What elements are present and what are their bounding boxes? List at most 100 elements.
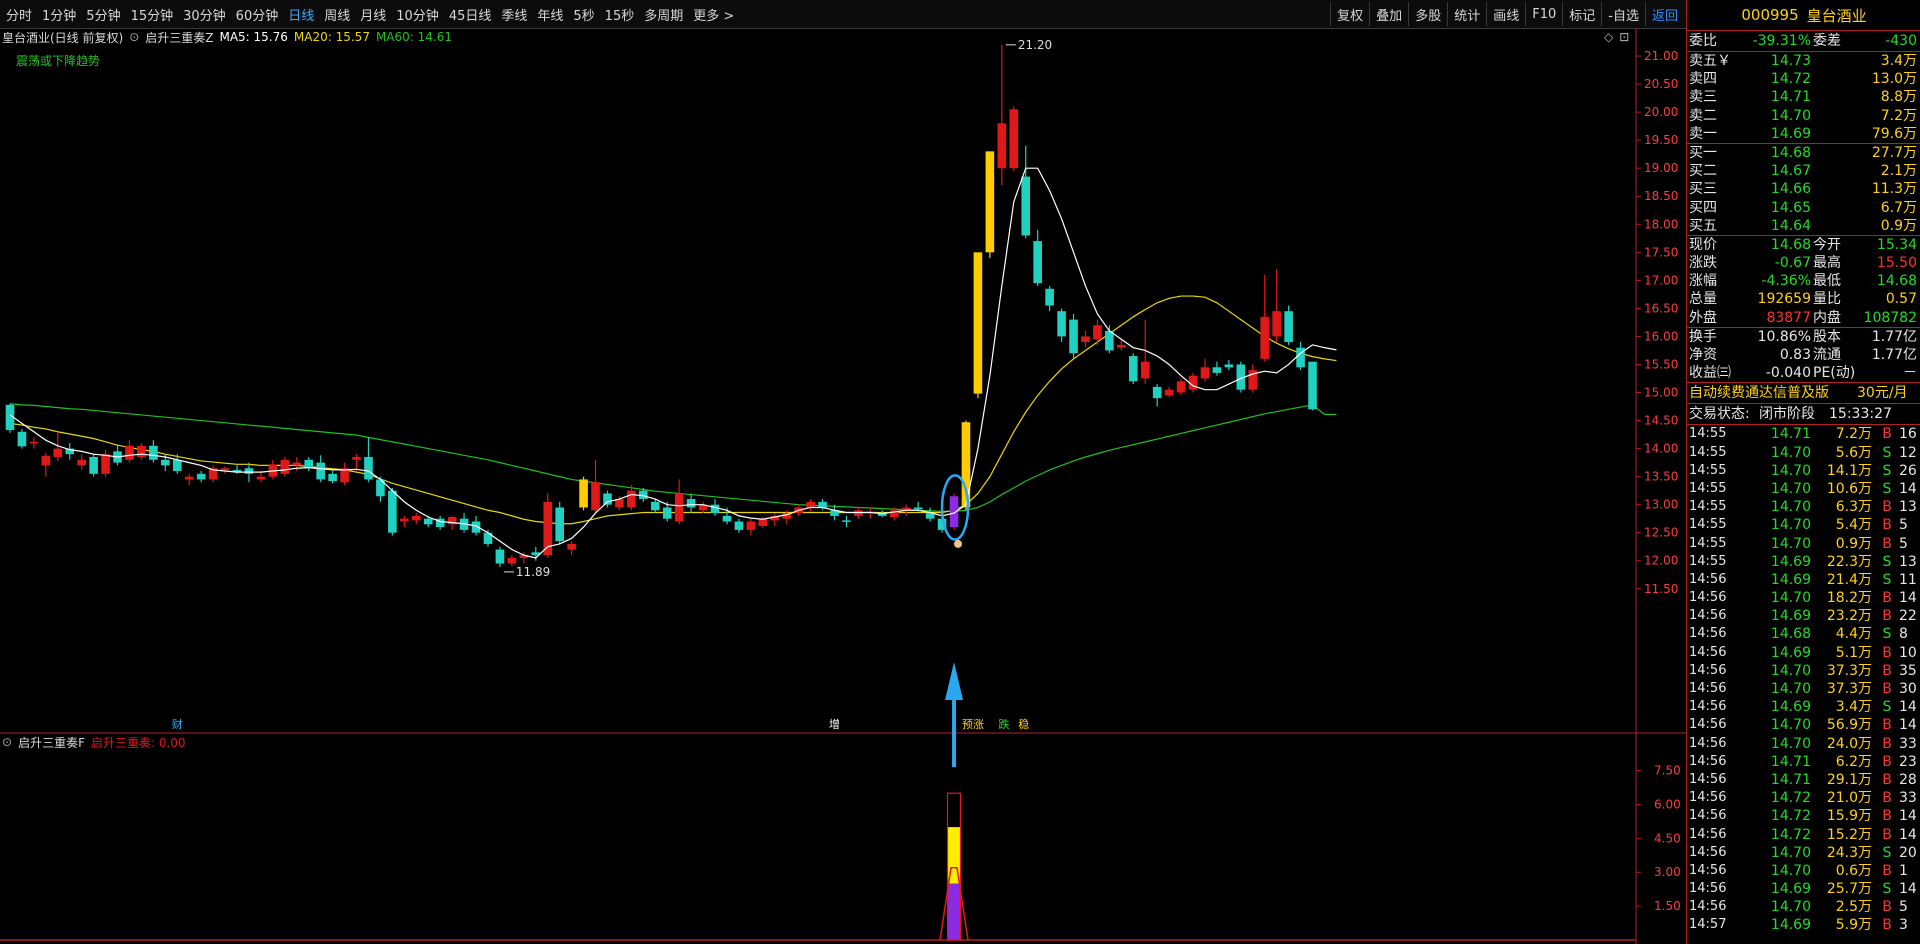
tick-row[interactable]: 14:55 14.70 6.3万 B 13 [1687, 498, 1920, 516]
promo-row[interactable]: 自动续费通达信普及版 30元/月 [1687, 383, 1920, 403]
kline-chart[interactable]: 21.00 20.50 20.00 19.50 19.00 18.50 18.00 17.50… [0, 28, 1686, 944]
ask-row[interactable]: 卖三 14.71 8.8万 [1687, 88, 1920, 106]
timeframe-4[interactable]: 30分钟 [183, 5, 226, 24]
tick-row[interactable]: 14:56 14.70 0.6万 B 1 [1687, 862, 1920, 880]
timeframe-5[interactable]: 60分钟 [236, 5, 279, 24]
tick-price: 14.69 [1770, 644, 1811, 661]
event-marker[interactable]: 跌 [998, 717, 1009, 731]
ask-row[interactable]: 卖五￥ 14.73 3.4万 [1687, 52, 1920, 70]
promo-price[interactable]: 30元/月 [1857, 383, 1908, 403]
timeframe-3[interactable]: 15分钟 [131, 5, 174, 24]
candle [304, 457, 314, 472]
tick-row[interactable]: 14:55 14.71 7.2万 B 16 [1687, 425, 1920, 443]
toolbar-button-8[interactable]: 返回 [1644, 2, 1684, 26]
timeframe-1[interactable]: 1分钟 [42, 5, 76, 24]
sub-axis-label: 1.50 [1654, 899, 1681, 913]
sub-indicator-name[interactable]: 启升三重奏F [18, 734, 85, 751]
tick-side: B [1882, 753, 1892, 770]
toolbar-button-1[interactable]: 叠加 [1369, 2, 1408, 26]
tick-row[interactable]: 14:56 14.68 4.4万 S 8 [1687, 625, 1920, 643]
tick-row[interactable]: 14:56 14.71 29.1万 B 28 [1687, 771, 1920, 789]
timeframe-6[interactable]: 日线 [288, 5, 314, 24]
tick-row[interactable]: 14:56 14.70 56.9万 B 14 [1687, 716, 1920, 734]
tick-side: B [1882, 899, 1892, 916]
tick-price: 14.70 [1770, 735, 1811, 752]
timeframe-2[interactable]: 5分钟 [86, 5, 120, 24]
promo-text[interactable]: 自动续费通达信普及版 [1689, 383, 1829, 403]
tick-row[interactable]: 14:56 14.70 2.5万 B 5 [1687, 898, 1920, 916]
event-marker[interactable]: 财 [172, 717, 183, 731]
ask-row-volume: 7.2万 [1880, 107, 1917, 124]
sub-settings-icon[interactable]: ⊙ [2, 735, 12, 749]
indicator-settings-icon[interactable]: ⊙ [129, 30, 139, 44]
tick-row[interactable]: 14:55 14.70 5.4万 B 5 [1687, 516, 1920, 534]
status-label: 交易状态: [1689, 406, 1750, 423]
tick-row[interactable]: 14:56 14.69 23.2万 B 22 [1687, 607, 1920, 625]
ask-row[interactable]: 卖四 14.72 13.0万 [1687, 70, 1920, 88]
timeframe-8[interactable]: 月线 [360, 5, 386, 24]
timeframe-7[interactable]: 周线 [324, 5, 350, 24]
tick-row[interactable]: 14:56 14.69 3.4万 S 14 [1687, 698, 1920, 716]
toolbar-button-0[interactable]: 复权 [1330, 2, 1369, 26]
toolbar-button-7[interactable]: -自选 [1601, 2, 1645, 26]
tick-row[interactable]: 14:57 14.69 5.9万 B 3 [1687, 916, 1920, 934]
timeframe-16[interactable]: 更多 > [693, 5, 734, 24]
toolbar-button-4[interactable]: 画线 [1486, 2, 1525, 26]
tick-row[interactable]: 14:56 14.69 25.7万 S 14 [1687, 880, 1920, 898]
timeframe-10[interactable]: 45日线 [449, 5, 492, 24]
tick-row[interactable]: 14:56 14.70 24.0万 B 33 [1687, 735, 1920, 753]
ask-row[interactable]: 卖一 14.69 79.6万 [1687, 125, 1920, 143]
tick-row[interactable]: 14:56 14.69 21.4万 S 11 [1687, 571, 1920, 589]
tick-row[interactable]: 14:55 14.70 14.1万 S 26 [1687, 462, 1920, 480]
tick-row[interactable]: 14:56 14.70 37.3万 B 35 [1687, 662, 1920, 680]
timeframe-13[interactable]: 5秒 [573, 5, 594, 24]
tick-row[interactable]: 14:56 14.70 37.3万 B 30 [1687, 680, 1920, 698]
tick-row[interactable]: 14:56 14.71 6.2万 B 23 [1687, 753, 1920, 771]
tick-price: 14.70 [1770, 899, 1811, 916]
bid-row[interactable]: 买五 14.64 0.9万 [1687, 217, 1920, 235]
tick-row[interactable]: 14:56 14.69 5.1万 B 10 [1687, 644, 1920, 662]
indicator-name[interactable]: 启升三重奏Z [145, 29, 213, 46]
bid-row[interactable]: 买四 14.65 6.7万 [1687, 199, 1920, 217]
tick-price: 14.69 [1770, 917, 1811, 934]
event-marker[interactable]: 预涨 [962, 718, 984, 731]
timeframe-14[interactable]: 15秒 [605, 5, 635, 24]
candle [65, 442, 75, 460]
sub-indicator-value: 启升三重奏: 0.00 [90, 735, 186, 750]
diamond-icon[interactable]: ◇ [1604, 30, 1613, 44]
tick-count: 35 [1899, 662, 1917, 679]
bid-row[interactable]: 买二 14.67 2.1万 [1687, 162, 1920, 180]
tick-row[interactable]: 14:55 14.69 22.3万 S 13 [1687, 553, 1920, 571]
bid-row[interactable]: 买一 14.68 27.7万 [1687, 144, 1920, 162]
timeframe-0[interactable]: 分时 [6, 5, 32, 24]
candle [531, 546, 541, 561]
ask-row[interactable]: 卖二 14.70 7.2万 [1687, 107, 1920, 125]
timeframe-12[interactable]: 年线 [537, 5, 563, 24]
timeframe-11[interactable]: 季线 [501, 5, 527, 24]
tick-row[interactable]: 14:56 14.70 24.3万 S 20 [1687, 844, 1920, 862]
candle [985, 151, 995, 258]
tick-row[interactable]: 14:56 14.72 15.9万 B 14 [1687, 807, 1920, 825]
bid-row[interactable]: 买三 14.66 11.3万 [1687, 180, 1920, 198]
timeframe-9[interactable]: 10分钟 [396, 5, 439, 24]
tick-row[interactable]: 14:55 14.70 10.6万 S 14 [1687, 480, 1920, 498]
tick-row[interactable]: 14:56 14.72 15.2万 B 14 [1687, 826, 1920, 844]
maximize-icon[interactable]: ⊡ [1619, 30, 1629, 44]
quote-label: 涨跌 [1689, 255, 1717, 272]
event-marker[interactable]: 稳 [1018, 717, 1029, 731]
tick-row[interactable]: 14:55 14.70 5.6万 S 12 [1687, 444, 1920, 462]
tick-row[interactable]: 14:55 14.70 0.9万 B 5 [1687, 535, 1920, 553]
tick-list[interactable]: 14:55 14.71 7.2万 B 16 14:55 14.70 5.6万 S 12 14:55 1… [1687, 425, 1920, 934]
toolbar-button-3[interactable]: 统计 [1447, 2, 1486, 26]
status-row: 交易状态: 闭市阶段 15:33:27 [1687, 404, 1920, 424]
bid-row-label: 买二 [1689, 163, 1717, 180]
toolbar-button-5[interactable]: F10 [1525, 2, 1562, 26]
event-marker[interactable]: 增 [829, 717, 840, 731]
tick-row[interactable]: 14:56 14.72 21.0万 B 33 [1687, 789, 1920, 807]
timeframe-15[interactable]: 多周期 [644, 5, 683, 24]
tick-row[interactable]: 14:56 14.70 18.2万 B 14 [1687, 589, 1920, 607]
candle [196, 471, 206, 483]
toolbar-button-2[interactable]: 多股 [1408, 2, 1447, 26]
toolbar-button-6[interactable]: 标记 [1562, 2, 1601, 26]
tick-volume: 21.4万 [1826, 571, 1872, 588]
